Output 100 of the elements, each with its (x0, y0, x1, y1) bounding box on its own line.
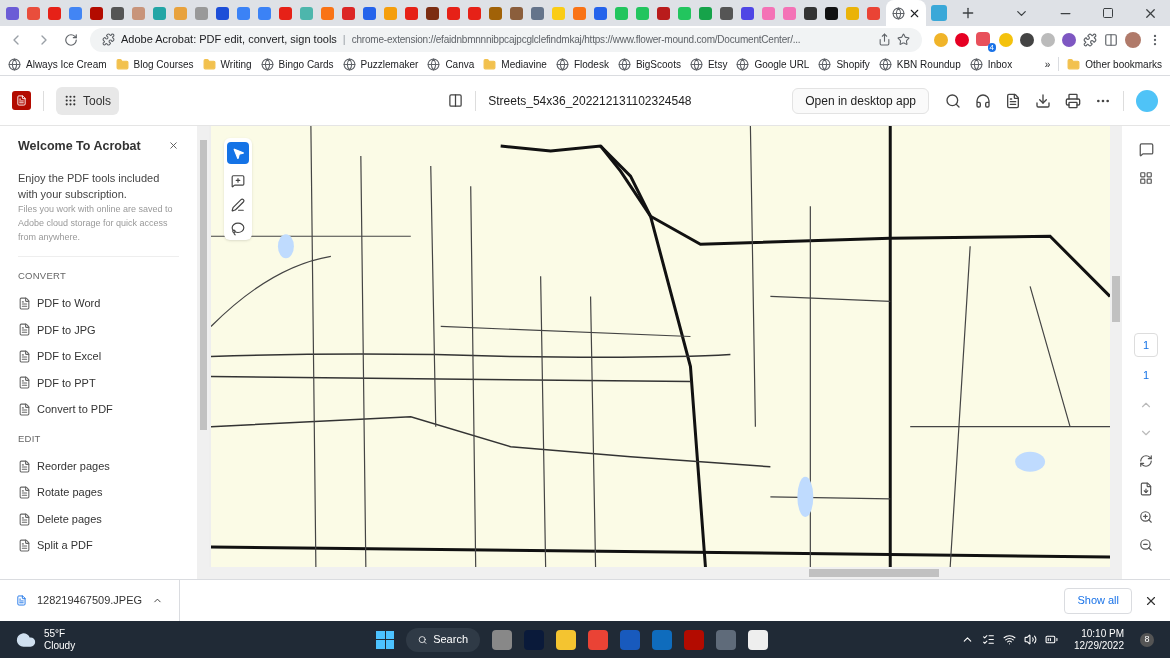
document-icon (18, 296, 31, 310)
comment-icon[interactable] (1138, 142, 1154, 157)
tools-button[interactable]: Tools (56, 86, 119, 115)
active-tab[interactable] (886, 0, 926, 26)
search-icon[interactable] (945, 92, 961, 109)
bookmark-star-icon[interactable] (897, 33, 910, 46)
weather-condition: Cloudy (44, 639, 76, 652)
new-tab-icon[interactable] (960, 5, 976, 21)
page-number-field[interactable]: 1 (1134, 333, 1158, 357)
tool-item[interactable]: PDF to PPT (18, 374, 179, 391)
taskbar-search[interactable]: Search (406, 627, 480, 652)
document-icon (18, 539, 31, 552)
globe-icon (891, 6, 905, 20)
pen-tool-icon[interactable] (231, 198, 245, 212)
globe-icon (342, 57, 356, 71)
app-icon[interactable] (748, 629, 768, 650)
edit-document-icon[interactable] (1005, 92, 1021, 109)
folder-icon (1067, 57, 1081, 71)
extension-icon[interactable] (955, 32, 969, 47)
bookmark-link[interactable]: Always Ice Cream (8, 56, 107, 72)
tool-item[interactable]: PDF to Word (18, 295, 179, 312)
grid-icon[interactable] (1139, 171, 1153, 185)
battery-icon[interactable] (1044, 633, 1058, 646)
favicon-tab-icon[interactable] (802, 5, 818, 21)
page-thumbnails-icon[interactable] (448, 93, 464, 108)
acrobat-logo-icon[interactable] (12, 91, 31, 110)
zoom-in-icon[interactable] (1139, 509, 1153, 524)
start-icon[interactable] (376, 630, 394, 649)
favicon-tab-icon[interactable] (424, 5, 440, 21)
file-name: Streets_54x36_202212131102324548 (488, 92, 693, 110)
bookmark-link[interactable]: Mediavine (483, 56, 547, 72)
bookmark-link[interactable]: Google URL (736, 56, 810, 72)
document-icon (18, 376, 31, 390)
extension-icon[interactable] (1020, 32, 1034, 47)
download-icon[interactable] (1035, 92, 1051, 109)
tool-item[interactable]: Split a PDF (18, 537, 179, 554)
document-icon (18, 512, 31, 526)
wifi-icon[interactable] (1002, 633, 1016, 646)
tray-icon[interactable] (981, 633, 995, 646)
side-panel-icon[interactable] (1104, 32, 1118, 47)
fit-page-icon[interactable] (1139, 481, 1153, 496)
lasso-tool-icon[interactable] (231, 222, 245, 236)
bookmark-link[interactable]: BigScoots (617, 56, 681, 72)
tool-item[interactable]: Reorder pages (18, 457, 179, 475)
comment-tool-icon[interactable] (231, 174, 245, 188)
app-icon[interactable] (556, 629, 576, 650)
bookmark-link[interactable]: Blog Courses (115, 56, 194, 72)
bookmark-link[interactable]: Inbox (969, 56, 1013, 72)
globe-icon (260, 57, 274, 71)
show-all-button[interactable]: Show all (1064, 587, 1132, 614)
tool-item[interactable]: PDF to JPG (18, 321, 179, 338)
intro-text: Enjoy the PDF tools included with your subscription. (18, 170, 161, 202)
folder-icon (202, 57, 216, 71)
page-total: 1 (1142, 368, 1150, 383)
clock-time: 10:10 PM (1081, 627, 1124, 640)
extension-icon[interactable] (1062, 32, 1076, 47)
tool-item[interactable]: Rotate pages (18, 484, 179, 501)
bookmark-link[interactable]: Writing (202, 56, 252, 72)
section-heading: CONVERT (18, 268, 67, 283)
document-icon (18, 323, 31, 337)
pointer-icon (231, 146, 245, 160)
more-bookmarks[interactable]: » (1044, 56, 1051, 72)
globe-icon (736, 57, 750, 71)
profile-avatar[interactable] (1125, 31, 1141, 48)
bookmark-link[interactable]: Etsy (689, 56, 728, 72)
tool-item[interactable]: Convert to PDF (18, 401, 179, 418)
document-icon (18, 402, 31, 416)
notification-badge[interactable]: 8 (1140, 632, 1154, 647)
print-icon[interactable] (1065, 92, 1081, 109)
document-icon (18, 349, 31, 363)
search-icon (418, 633, 428, 646)
reload-icon[interactable] (64, 32, 78, 47)
maximize-icon[interactable] (1102, 7, 1114, 19)
volume-icon[interactable] (1023, 633, 1037, 646)
globe-icon (878, 57, 892, 71)
globe-icon (818, 57, 832, 71)
bookmark-link[interactable]: Shopify (818, 56, 870, 72)
open-desktop-button[interactable]: Open in desktop app (792, 87, 929, 114)
zoom-out-icon[interactable] (1139, 537, 1153, 552)
bookmark-link[interactable]: Bingo Cards (260, 56, 334, 72)
folder-icon (115, 57, 129, 71)
bookmark-folder[interactable]: Other bookmarks (1067, 56, 1162, 72)
bookmark-link[interactable]: Flodesk (555, 56, 609, 72)
panel-title: Welcome To Acrobat (18, 138, 141, 155)
storage-note: Files you work with online are saved to Adobe cloud storage for quick access from anywhere. (18, 202, 174, 244)
bookmark-link[interactable]: Puzzlemaker (342, 56, 419, 72)
globe-icon (427, 57, 441, 71)
tool-item[interactable]: PDF to Excel (18, 348, 179, 365)
select-tool[interactable] (227, 142, 249, 164)
tool-item[interactable]: Delete pages (18, 510, 179, 528)
favicon-tab-icon[interactable] (823, 5, 839, 21)
bookmark-link[interactable]: Canva (427, 56, 475, 72)
rotate-icon[interactable] (1139, 453, 1153, 468)
globe-icon (969, 57, 983, 71)
address-field[interactable]: Adobe Acrobat: PDF edit, convert, sign tools | chrome-extension://efaidnbmnnnibpcajpcglclefindmkaj/https://www.flower-mound.com/DocumentCenter/... (90, 27, 922, 52)
document-icon (18, 459, 31, 473)
bookmark-link[interactable]: KBN Roundup (878, 56, 961, 72)
headphones-icon[interactable] (975, 92, 991, 109)
extensions-icon[interactable] (1083, 32, 1097, 47)
share-icon[interactable] (878, 33, 891, 46)
